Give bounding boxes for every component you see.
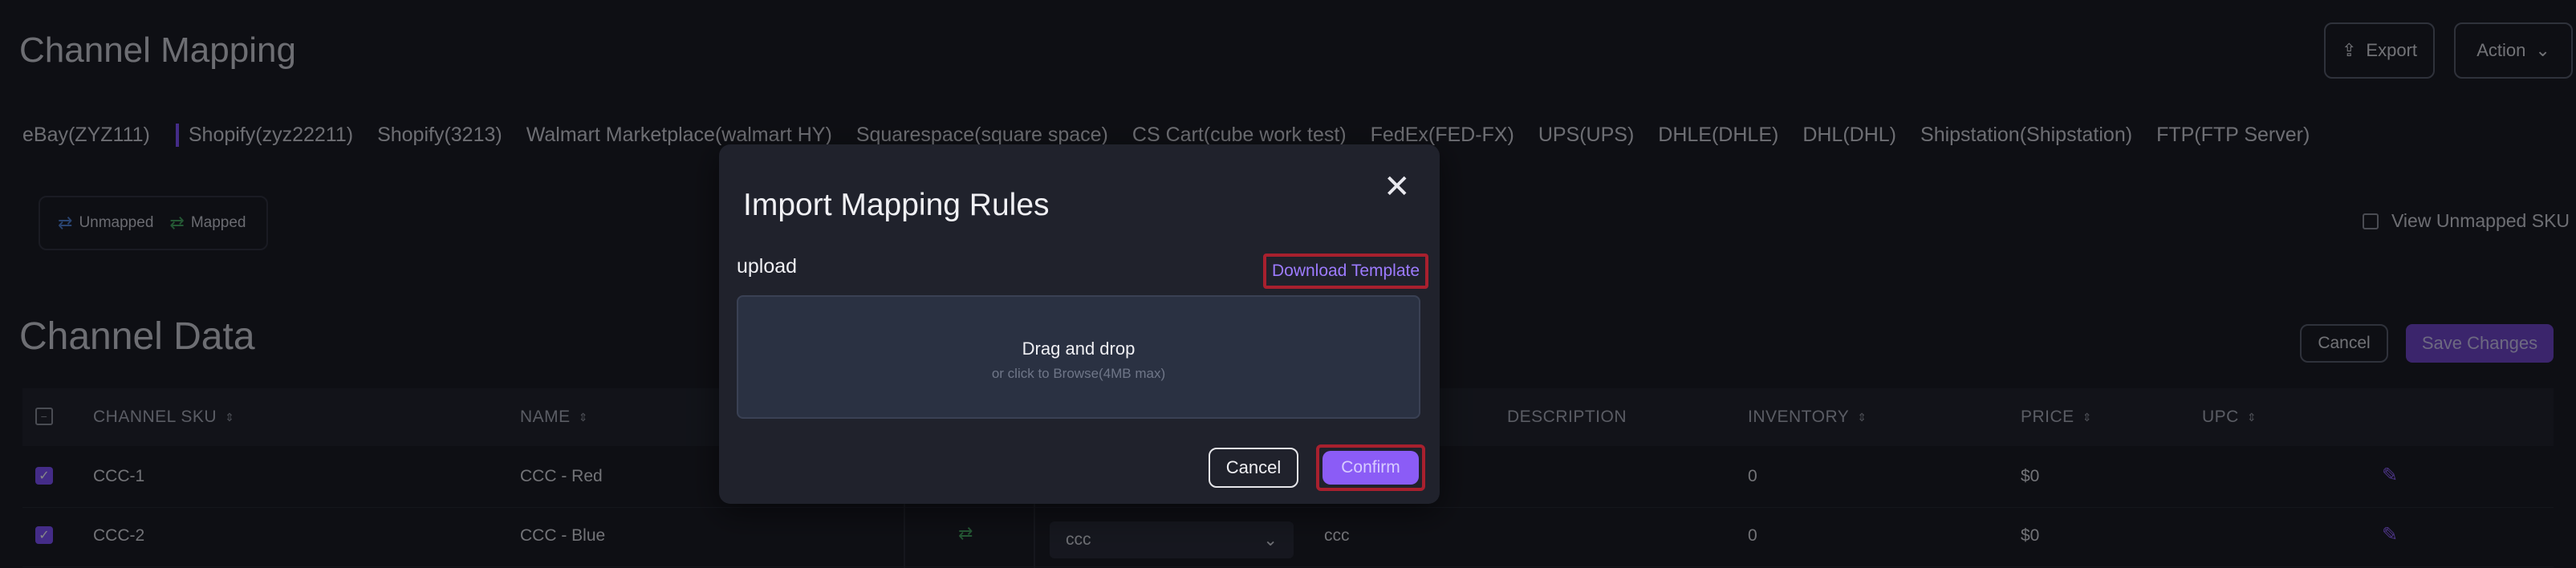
file-dropzone[interactable]: Drag and drop or click to Browse(4MB max… [737,295,1420,419]
upload-label: upload [737,255,798,278]
import-mapping-modal: Import Mapping Rules ✕ upload Download T… [719,144,1440,504]
dropzone-hint: or click to Browse(4MB max) [991,366,1166,381]
close-icon[interactable]: ✕ [1383,168,1411,205]
confirm-button[interactable]: Confirm [1323,451,1419,485]
download-template-link[interactable]: Download Template [1263,254,1428,289]
confirm-highlight: Confirm [1316,444,1425,491]
modal-title: Import Mapping Rules [743,188,1050,222]
modal-cancel-button[interactable]: Cancel [1209,448,1298,488]
dropzone-text: Drag and drop [1022,339,1136,359]
